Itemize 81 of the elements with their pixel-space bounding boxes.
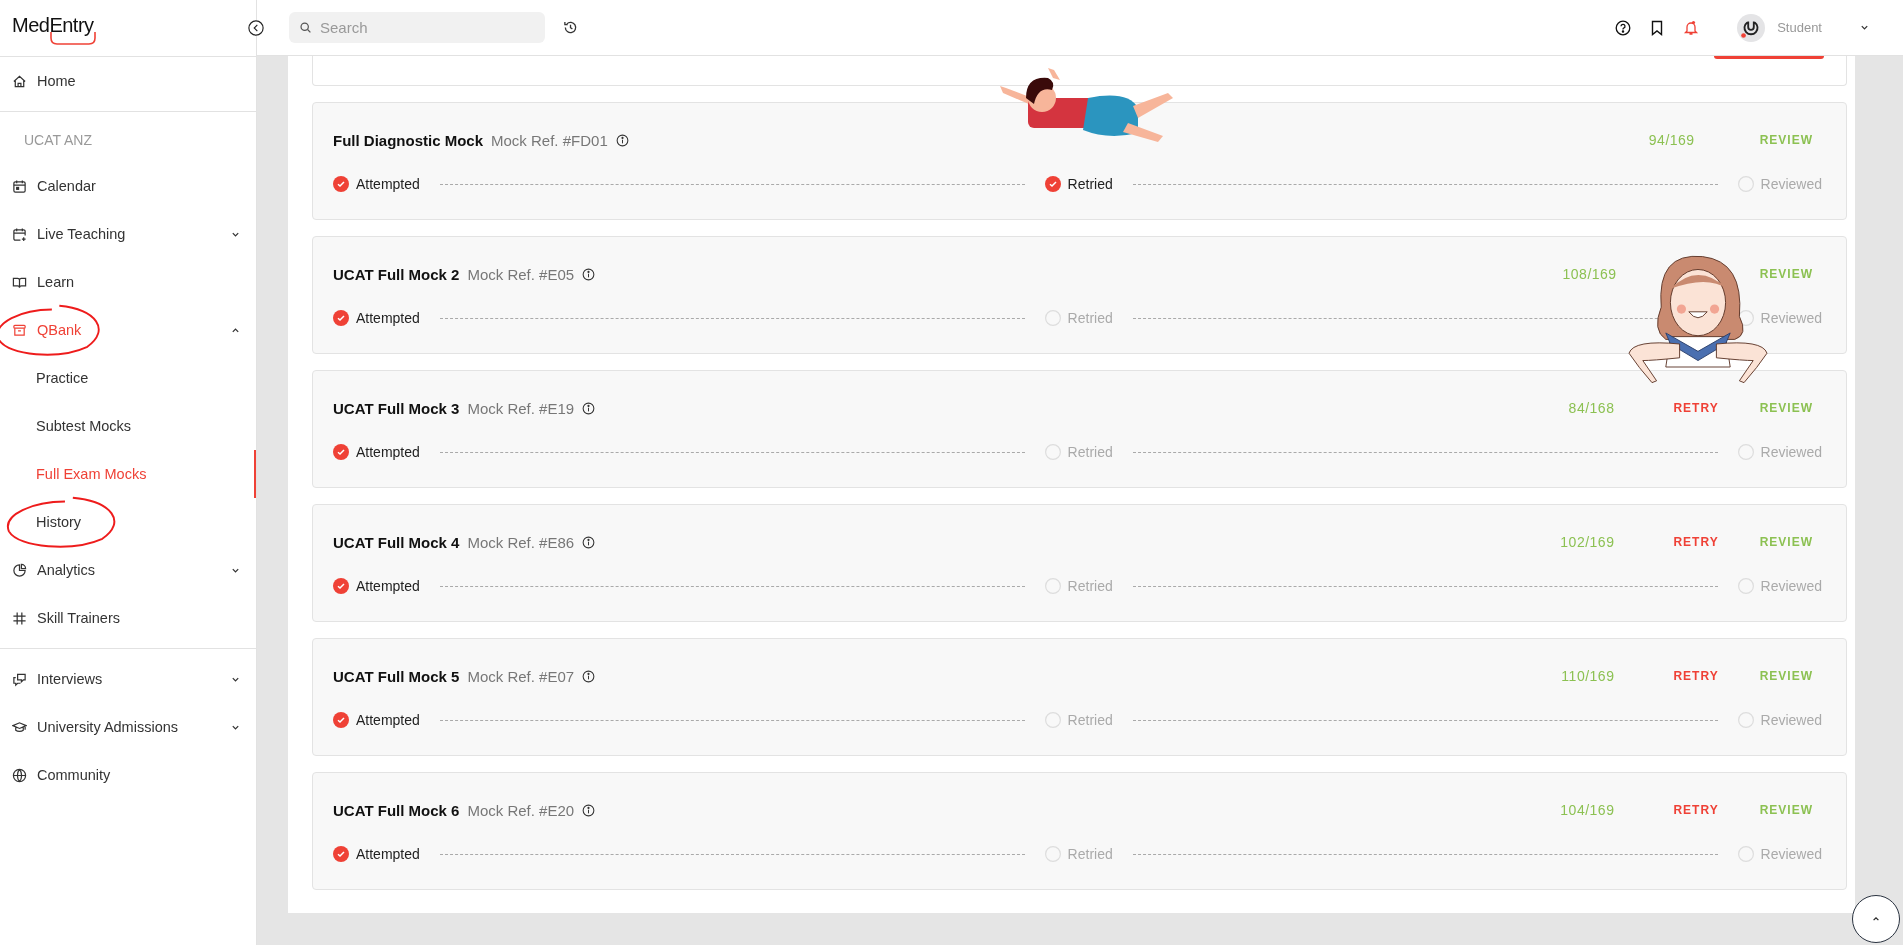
sidebar-item[interactable]: Subtest Mocks [0,402,256,450]
sidebar-item[interactable]: Home [0,57,256,105]
sidebar-item[interactable]: Interviews [0,655,256,703]
mock-ref: Mock Ref. #E20 [467,801,575,819]
step-label: Attempted [356,444,420,460]
retry-button[interactable]: RETRY [1673,669,1719,683]
sidebar-item[interactable]: Skill Trainers [0,594,256,642]
step-label: Reviewed [1760,846,1822,862]
info-icon[interactable] [582,669,596,683]
sidebar-item[interactable]: Full Exam Mocks [0,450,256,498]
sidebar-item[interactable]: University Admissions [0,703,256,751]
info-icon[interactable] [615,133,629,147]
sidebar-item[interactable]: Live Teaching [0,210,256,258]
sidebar-item[interactable]: Practice [0,354,256,402]
home-icon [12,73,27,89]
step-label: Retried [1067,176,1113,192]
collapse-icon[interactable] [248,20,264,36]
pie-chart-icon [12,562,27,578]
section-label: UCAT ANZ [23,131,93,150]
avatar-icon[interactable] [1737,13,1766,42]
step-label: Attempted [356,310,420,326]
sidebar-item[interactable]: History [0,498,256,546]
calendar-icon [12,178,27,194]
sidebar-item[interactable]: Learn [0,258,256,306]
mock-ref: Mock Ref. #E86 [467,533,575,551]
mock-title: UCAT Full Mock 2 [333,265,460,283]
history-icon[interactable] [563,20,578,35]
step-label: Reviewed [1760,578,1822,594]
score: 104/169 [1560,802,1615,818]
info-icon[interactable] [582,535,596,549]
archive-icon [12,322,27,338]
retry-button[interactable]: RETRY [1673,401,1719,415]
score: 110/169 [1561,668,1615,684]
sidebar-item[interactable]: Analytics [0,546,256,594]
info-icon[interactable] [582,803,596,817]
retry-button[interactable]: RETRY [1673,803,1719,817]
score: 102/169 [1560,534,1615,550]
mock-ref: Mock Ref. #E19 [467,399,575,417]
mock-title: UCAT Full Mock 6 [333,801,460,819]
mock-title: Full Diagnostic Mock [333,131,483,149]
search-field[interactable]: Search [289,12,545,43]
search-icon [299,21,312,34]
step-label: Attempted [356,578,420,594]
chat-icon [12,671,27,687]
step-label: Reviewed [1760,712,1822,728]
graduation-cap-icon [12,719,27,735]
medentry-logo[interactable]: MedEntry [12,13,94,43]
help-icon[interactable] [1615,19,1632,36]
globe-icon [12,767,27,783]
score: 108/169 [1562,266,1617,282]
step-label: Retried [1067,846,1113,862]
mock-title: UCAT Full Mock 5 [333,667,460,685]
score: 94/169 [1648,132,1695,148]
mock-ref: Mock Ref. #E07 [467,667,575,685]
mock-title: UCAT Full Mock 4 [333,533,460,551]
step-label: Retried [1067,578,1113,594]
caret-up-icon [1872,915,1880,923]
step-label: Attempted [356,176,420,192]
retry-button[interactable]: RETRY [1673,535,1719,549]
calendar-plus-icon [12,226,27,242]
bell-icon[interactable] [1683,19,1700,36]
grid-icon [12,610,27,626]
step-label: Reviewed [1760,444,1822,460]
step-label: Attempted [356,712,420,728]
step-label: Retried [1067,712,1113,728]
scroll-top-button[interactable] [1852,895,1900,943]
sidebar-item[interactable]: Community [0,751,256,799]
mock-ref: Mock Ref. #FD01 [491,131,608,149]
info-icon[interactable] [582,267,596,281]
step-label: Reviewed [1760,176,1822,192]
sidebar-item[interactable]: QBank [0,306,256,354]
mock-title: UCAT Full Mock 3 [333,399,460,417]
score: 84/168 [1568,400,1615,416]
info-icon[interactable] [582,401,596,415]
step-label: Retried [1067,310,1113,326]
step-label: Attempted [356,846,420,862]
mock-ref: Mock Ref. #E05 [467,265,575,283]
step-label: Retried [1067,444,1113,460]
sidebar-item[interactable]: Calendar [0,162,256,210]
chevron-icon[interactable] [1860,23,1869,32]
step-label: Reviewed [1760,310,1822,326]
